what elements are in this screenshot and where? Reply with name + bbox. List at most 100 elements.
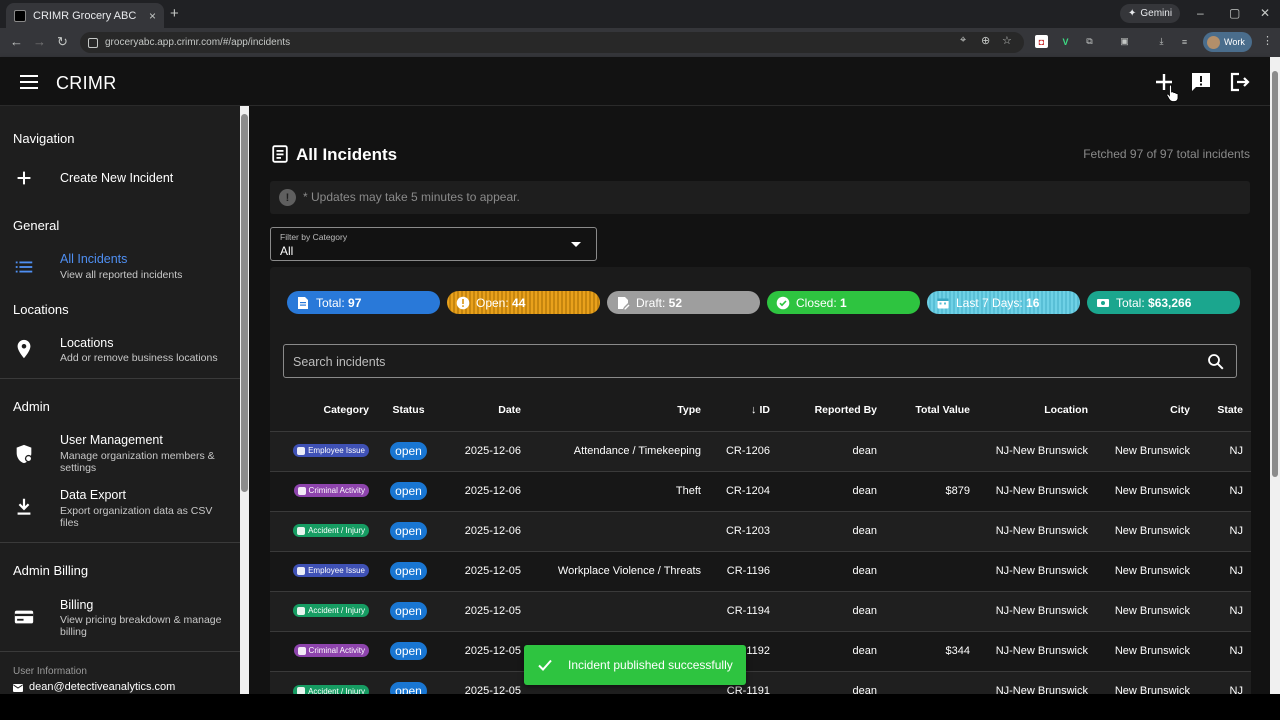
sidebar-item-subtitle: View all reported incidents [60,269,183,281]
cell-total-value [885,670,978,694]
scrollbar-thumb[interactable] [241,114,248,492]
category-filter-select[interactable]: Filter by Category All [270,227,597,261]
cell-reported-by: dean [778,550,885,591]
extension-shield-icon[interactable]: ◘ [1035,35,1048,48]
extensions-puzzle-icon[interactable]: ⧉ [1083,35,1096,48]
cell-id: CR-1194 [709,590,778,631]
cell-reported-by: dean [778,630,885,671]
sidebar-item-all-incidents[interactable]: All Incidents View all reported incident… [0,246,240,286]
category-badge: Employee Issue [293,444,369,458]
column-header-state[interactable]: State [1198,390,1251,431]
table-row[interactable]: Criminal Activity open 2025-12-06 Theft CR-1… [270,470,1251,511]
section-title-general: General [13,218,60,233]
forward-arrow-icon[interactable]: → [33,34,46,49]
table-row[interactable]: Employee Issue open 2025-12-05 Workplace Vi… [270,550,1251,591]
stat-last-7-days-chip[interactable]: Last 7 Days: 16 [927,291,1080,314]
url-text: groceryabc.app.crimr.com/#/app/incidents [105,37,291,48]
sidebar: Navigation Create New Incident General A… [0,106,240,694]
cell-category: Employee Issue [270,430,377,471]
user-email: dean@detectiveanalytics.com [29,681,176,693]
table-row[interactable]: Accident / Injury open 2025-12-05 CR-1191 de… [270,670,1251,694]
cell-id: CR-1206 [709,430,778,471]
search-input[interactable]: Search incidents [283,344,1237,378]
cell-state: NJ [1198,550,1251,591]
stat-closed-chip[interactable]: Closed: 1 [767,291,920,314]
stats-chips: Total: 97 Open: 44 Draft: 52 Closed: 1 L… [287,291,1247,315]
extension-v-icon[interactable]: V [1059,35,1072,48]
cell-category: Employee Issue [270,550,377,591]
incidents-card: Total: 97 Open: 44 Draft: 52 Closed: 1 L… [270,267,1251,694]
back-arrow-icon[interactable]: ← [10,34,23,49]
location-pin-icon[interactable]: ⌖ [960,34,966,47]
profile-button[interactable]: Work [1203,32,1252,52]
sidebar-item-label: User Management [60,433,163,447]
tab-close-icon[interactable]: × [149,9,156,23]
browser-tab[interactable]: CRIMR Grocery ABC × [6,3,164,28]
sidebar-item-subtitle: View pricing breakdown & manage billing [60,614,222,638]
reload-icon[interactable]: ↻ [57,34,68,50]
column-header-status[interactable]: Status [377,390,440,431]
sidebar-item-create-incident[interactable]: Create New Incident [0,161,240,195]
minimize-button[interactable]: – [1197,6,1204,20]
menu-kebab-icon[interactable]: ⋮ [1262,34,1273,47]
tab-title: CRIMR Grocery ABC [33,9,137,22]
table-row[interactable]: Accident / Injury open 2025-12-06 CR-1203 de… [270,510,1251,551]
table-row[interactable]: Accident / Injury open 2025-12-05 CR-1194 de… [270,590,1251,631]
search-icon[interactable] [1207,353,1224,370]
scrollbar-thumb[interactable] [1272,71,1278,477]
column-header-date[interactable]: Date [440,390,529,431]
category-text: Employee Issue [308,446,365,456]
stat-label: Draft: [636,295,669,310]
category-icon [297,606,306,615]
status-badge: open [390,442,427,460]
sidebar-item-user-management[interactable]: User Management Manage organization memb… [0,428,240,476]
sidebar-scrollbar[interactable] [240,106,249,694]
column-header-type[interactable]: Type [529,390,709,431]
new-tab-button[interactable]: + [170,5,179,22]
close-window-button[interactable]: ✕ [1260,6,1270,20]
stat-draft-chip[interactable]: Draft: 52 [607,291,760,314]
cell-reported-by: dean [778,470,885,511]
feedback-icon[interactable] [1189,70,1213,94]
divider [0,542,240,543]
sidebar-item-subtitle: Manage organization members & settings [60,450,215,474]
column-header-id[interactable]: ↓ ID [709,390,778,431]
category-icon [297,646,306,655]
site-info-icon[interactable] [88,37,98,48]
sidebar-item-data-export[interactable]: Data Export Export organization data as … [0,484,240,530]
app-bar: CRIMR [0,57,1270,106]
menu-icon[interactable] [20,75,38,89]
page-scrollbar[interactable] [1270,57,1280,694]
column-header-total-value[interactable]: Total Value [885,390,978,431]
bookmark-star-icon[interactable]: ☆ [1002,34,1012,47]
cell-category: Accident / Injury [270,670,377,694]
zoom-icon[interactable]: ⊕ [981,34,990,47]
stat-total-value-chip[interactable]: Total: $63,266 [1087,291,1240,314]
column-header-reported-by[interactable]: Reported By [778,390,885,431]
logout-icon[interactable] [1228,70,1252,94]
table-row[interactable]: Employee Issue open 2025-12-06 Attendance /… [270,430,1251,471]
category-icon [297,687,306,694]
restore-button[interactable]: ▢ [1229,6,1240,20]
admin-shield-icon [16,444,33,464]
stat-total-chip[interactable]: Total: 97 [287,291,440,314]
stat-open-chip[interactable]: Open: 44 [447,291,600,314]
brand-title: CRIMR [56,73,117,93]
main-content: All Incidents Fetched 97 of 97 total inc… [250,106,1270,694]
column-header-category[interactable]: Category [270,390,377,431]
cell-city: New Brunswick [1096,470,1198,511]
info-icon: ! [279,189,296,206]
credit-card-icon [14,610,34,624]
column-header-city[interactable]: City [1096,390,1198,431]
column-header-location[interactable]: Location [978,390,1096,431]
sidebar-item-billing[interactable]: Billing View pricing breakdown & manage … [0,593,240,639]
url-field[interactable]: groceryabc.app.crimr.com/#/app/incidents [80,32,1024,53]
tab-search-icon[interactable]: ▣ [1118,35,1131,48]
cell-date: 2025-12-05 [440,550,529,591]
table-row[interactable]: Criminal Activity open 2025-12-05 CR-1192 de… [270,630,1251,671]
gemini-button[interactable]: ✦ Gemini [1120,4,1181,23]
cell-city: New Brunswick [1096,510,1198,551]
sidebar-item-locations[interactable]: Locations Add or remove business locatio… [0,330,240,372]
reading-list-icon[interactable]: ≡ [1178,35,1191,48]
download-icon[interactable]: ⤓ [1155,35,1168,48]
